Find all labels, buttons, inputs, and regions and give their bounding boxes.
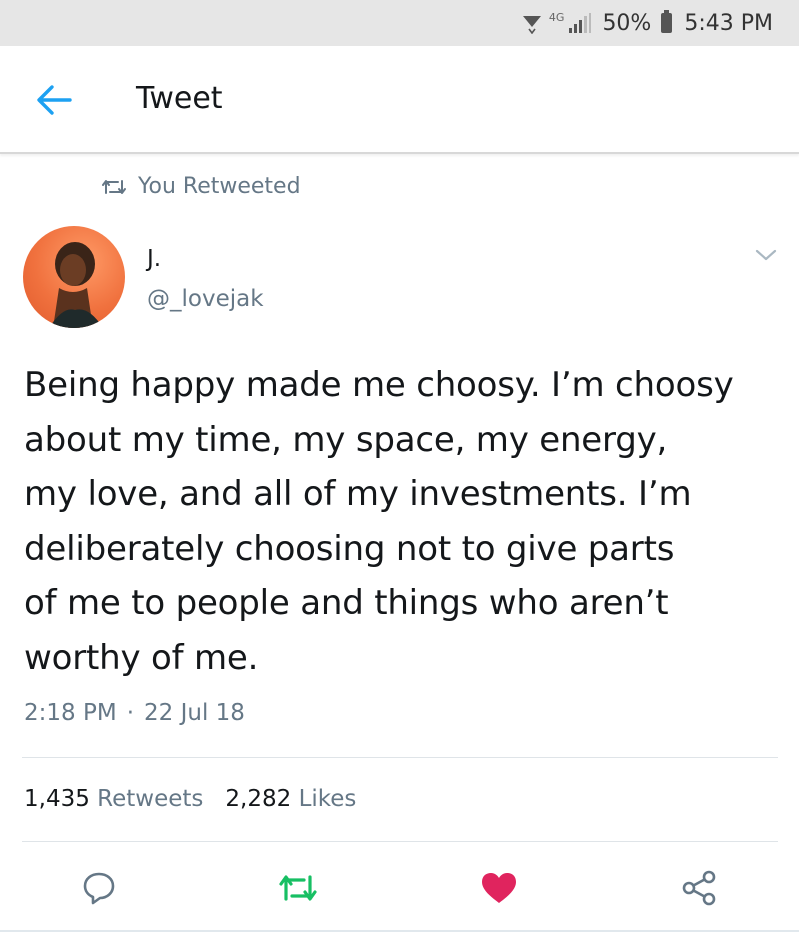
share-button[interactable]	[677, 866, 721, 910]
avatar[interactable]	[23, 226, 125, 328]
like-label: Likes	[298, 786, 357, 812]
heart-icon	[482, 873, 516, 903]
retweet-context: You Retweeted	[102, 174, 301, 199]
wifi-icon	[522, 16, 541, 34]
chevron-down-icon	[755, 249, 777, 261]
reply-button[interactable]	[77, 866, 121, 910]
like-stat[interactable]: 2,282 Likes	[225, 786, 356, 812]
divider	[22, 841, 778, 842]
network-type: 4G	[548, 10, 565, 24]
retweet-button[interactable]	[276, 866, 320, 910]
battery-level: 50%	[602, 10, 652, 36]
tweet-date: 22 Jul 18	[144, 700, 245, 726]
like-button[interactable]	[477, 866, 521, 910]
tweet-text: Being happy made me choosy. I’m choosy a…	[24, 365, 734, 678]
status-bar: 4G 50% 5:43 PM	[0, 0, 799, 46]
retweet-icon	[102, 179, 126, 194]
author-handle[interactable]: @_lovejak	[147, 286, 264, 312]
divider	[0, 930, 799, 932]
author-name[interactable]: J.	[147, 246, 161, 272]
tweet-timestamp: 2:18 PM · 22 Jul 18	[24, 700, 245, 726]
back-button[interactable]	[30, 80, 78, 120]
battery-icon	[661, 10, 673, 33]
clock: 5:43 PM	[684, 10, 773, 36]
tweet-time: 2:18 PM	[24, 700, 117, 726]
arrow-left-icon	[37, 85, 72, 115]
top-app-bar: Tweet	[0, 46, 799, 154]
page-title: Tweet	[136, 81, 223, 116]
tweet-stats: 1,435 Retweets 2,282 Likes	[24, 786, 356, 812]
share-icon	[682, 870, 716, 906]
retweet-count: 1,435	[24, 786, 90, 812]
avatar-portrait	[49, 242, 103, 328]
tweet-action-bar	[0, 860, 799, 916]
tweet-options-button[interactable]	[748, 240, 784, 270]
like-count: 2,282	[225, 786, 292, 812]
retweet-context-label: You Retweeted	[138, 174, 301, 199]
retweet-icon	[279, 875, 317, 901]
divider	[22, 757, 778, 758]
retweet-label: Retweets	[97, 786, 204, 812]
signal-icon	[569, 13, 592, 33]
reply-icon	[83, 872, 115, 905]
status-indicators: 4G 50% 5:43 PM	[521, 0, 773, 46]
meta-separator: ·	[126, 700, 134, 726]
retweet-stat[interactable]: 1,435 Retweets	[24, 786, 203, 812]
